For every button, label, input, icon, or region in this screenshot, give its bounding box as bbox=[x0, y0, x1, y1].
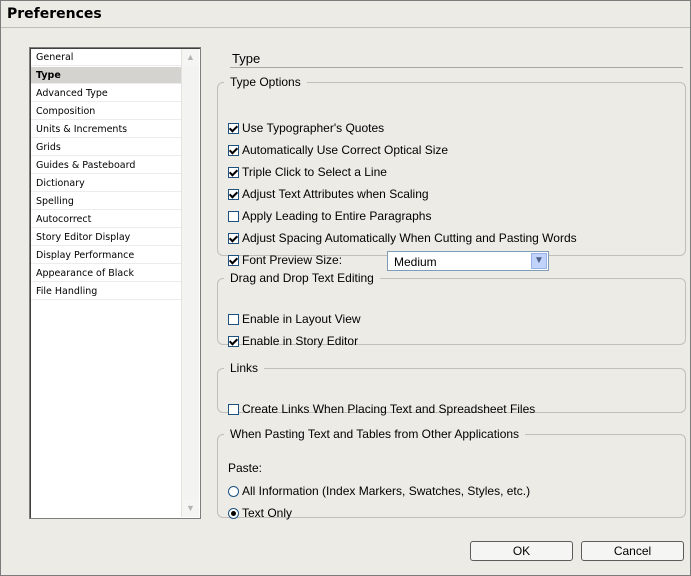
category-item-appearance-of-black[interactable]: Appearance of Black bbox=[31, 265, 181, 282]
option-triple-click[interactable]: Triple Click to Select a Line bbox=[228, 163, 387, 181]
optical-size-checkbox[interactable] bbox=[228, 144, 239, 156]
create-links-checkbox[interactable] bbox=[228, 403, 239, 415]
option-label: Adjust Spacing Automatically When Cuttin… bbox=[242, 231, 577, 245]
adjust-spacing-checkbox[interactable] bbox=[228, 232, 239, 244]
option-label: Create Links When Placing Text and Sprea… bbox=[242, 402, 536, 416]
enable-story-editor-checkbox[interactable] bbox=[228, 335, 239, 347]
links-group: Links Create Links When Placing Text and… bbox=[217, 361, 686, 416]
category-item-units-increments[interactable]: Units & Increments bbox=[31, 121, 181, 138]
pasting-legend: When Pasting Text and Tables from Other … bbox=[230, 427, 520, 441]
enable-layout-view-checkbox[interactable] bbox=[228, 313, 239, 325]
font-preview-size-select[interactable]: Medium ▼ bbox=[387, 251, 549, 271]
option-label: Font Preview Size: bbox=[242, 253, 343, 267]
option-label: Enable in Layout View bbox=[242, 312, 361, 326]
category-item-type[interactable]: Type bbox=[31, 67, 181, 84]
title-divider bbox=[1, 27, 690, 28]
option-all-information[interactable]: All Information (Index Markers, Swatches… bbox=[228, 482, 530, 500]
chevron-up-icon: ▲ bbox=[186, 52, 195, 62]
category-scrollbar[interactable]: ▲ ▼ bbox=[181, 49, 199, 517]
option-adjust-text-attributes[interactable]: Adjust Text Attributes when Scaling bbox=[228, 185, 429, 203]
category-item-file-handling[interactable]: File Handling bbox=[31, 283, 181, 300]
text-only-radio[interactable] bbox=[228, 507, 239, 519]
option-enable-layout-view[interactable]: Enable in Layout View bbox=[228, 310, 361, 328]
scroll-down-button[interactable]: ▼ bbox=[182, 500, 199, 517]
panel-title-divider bbox=[230, 67, 683, 68]
option-label: Text Only bbox=[242, 506, 293, 520]
category-list[interactable]: General Type Advanced Type Composition U… bbox=[29, 47, 201, 519]
drag-drop-legend: Drag and Drop Text Editing bbox=[230, 271, 374, 285]
ok-button[interactable]: OK bbox=[470, 541, 573, 561]
font-preview-size-value: Medium bbox=[394, 255, 437, 269]
cancel-button[interactable]: Cancel bbox=[581, 541, 684, 561]
option-apply-leading[interactable]: Apply Leading to Entire Paragraphs bbox=[228, 207, 431, 225]
panel-title: Type bbox=[232, 51, 261, 66]
option-label: All Information (Index Markers, Swatches… bbox=[242, 484, 531, 498]
option-label: Automatically Use Correct Optical Size bbox=[242, 143, 449, 157]
chevron-down-icon: ▼ bbox=[186, 503, 195, 513]
option-label: Apply Leading to Entire Paragraphs bbox=[242, 209, 432, 223]
category-item-guides-pasteboard[interactable]: Guides & Pasteboard bbox=[31, 157, 181, 174]
category-item-spelling[interactable]: Spelling bbox=[31, 193, 181, 210]
links-legend: Links bbox=[230, 361, 259, 375]
option-text-only[interactable]: Text Only bbox=[228, 504, 292, 522]
window-title: Preferences bbox=[7, 6, 102, 22]
category-item-general[interactable]: General bbox=[31, 49, 181, 66]
option-label: Adjust Text Attributes when Scaling bbox=[242, 187, 429, 201]
category-item-story-editor-display[interactable]: Story Editor Display bbox=[31, 229, 181, 246]
type-options-group: Type Options Use Typographer's Quotes Au… bbox=[217, 75, 686, 271]
drag-drop-group: Drag and Drop Text Editing Enable in Lay… bbox=[217, 271, 686, 348]
chevron-down-icon[interactable]: ▼ bbox=[531, 253, 547, 269]
category-item-dictionary[interactable]: Dictionary bbox=[31, 175, 181, 192]
option-create-links[interactable]: Create Links When Placing Text and Sprea… bbox=[228, 400, 535, 418]
option-font-preview-size[interactable]: Font Preview Size: Medium ▼ bbox=[228, 251, 558, 271]
category-item-grids[interactable]: Grids bbox=[31, 139, 181, 156]
font-preview-size-checkbox[interactable] bbox=[228, 254, 239, 266]
category-item-display-performance[interactable]: Display Performance bbox=[31, 247, 181, 264]
pasting-group: When Pasting Text and Tables from Other … bbox=[217, 427, 686, 520]
category-item-advanced-type[interactable]: Advanced Type bbox=[31, 85, 181, 102]
type-options-legend: Type Options bbox=[230, 75, 301, 89]
option-typographers-quotes[interactable]: Use Typographer's Quotes bbox=[228, 119, 384, 137]
category-item-autocorrect[interactable]: Autocorrect bbox=[31, 211, 181, 228]
preferences-dialog: Preferences General Type Advanced Type C… bbox=[0, 0, 691, 576]
option-label: Triple Click to Select a Line bbox=[242, 165, 387, 179]
apply-leading-checkbox[interactable] bbox=[228, 210, 239, 222]
all-information-radio[interactable] bbox=[228, 485, 239, 497]
category-item-composition[interactable]: Composition bbox=[31, 103, 181, 120]
option-adjust-spacing[interactable]: Adjust Spacing Automatically When Cuttin… bbox=[228, 229, 577, 247]
option-correct-optical-size[interactable]: Automatically Use Correct Optical Size bbox=[228, 141, 448, 159]
option-label: Enable in Story Editor bbox=[242, 334, 359, 348]
scroll-up-button[interactable]: ▲ bbox=[182, 49, 199, 66]
adjust-text-attributes-checkbox[interactable] bbox=[228, 188, 239, 200]
paste-label: Paste: bbox=[228, 461, 263, 475]
option-label: Use Typographer's Quotes bbox=[242, 121, 385, 135]
option-enable-story-editor[interactable]: Enable in Story Editor bbox=[228, 332, 358, 350]
title-bar: Preferences bbox=[1, 1, 690, 27]
typographers-quotes-checkbox[interactable] bbox=[228, 122, 239, 134]
triple-click-checkbox[interactable] bbox=[228, 166, 239, 178]
